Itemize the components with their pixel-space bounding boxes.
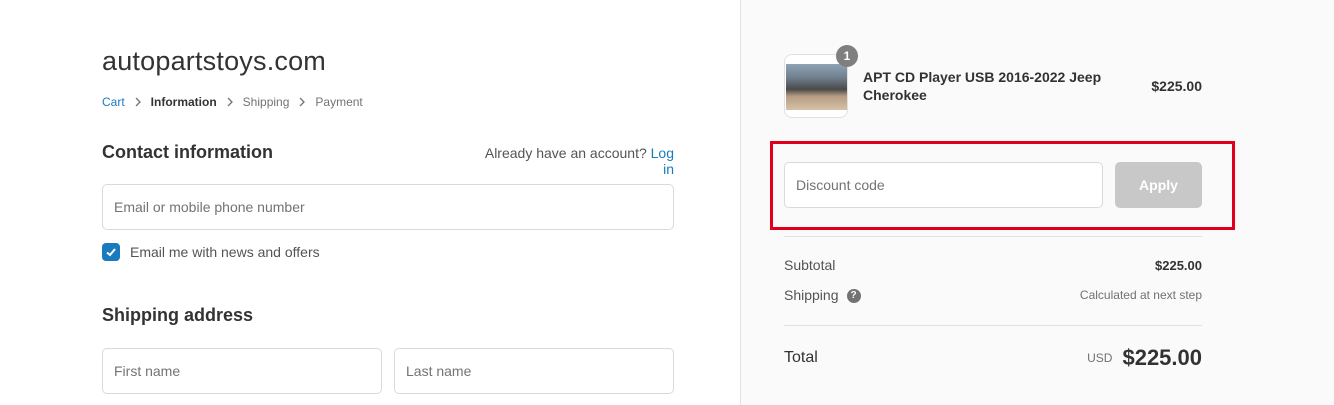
newsletter-option: Email me with news and offers	[102, 243, 320, 261]
account-prompt: Already have an account? Log in	[474, 145, 674, 177]
subtotal-label: Subtotal	[784, 257, 836, 273]
discount-code-field[interactable]	[784, 162, 1103, 208]
checkmark-icon	[106, 248, 116, 257]
last-name-input[interactable]	[395, 349, 673, 393]
currency-code: USD	[1087, 351, 1113, 365]
discount-code-input[interactable]	[785, 163, 1102, 207]
breadcrumb: Cart Information Shipping Payment	[102, 95, 363, 109]
shipping-row: Shipping? Calculated at next step	[784, 287, 1202, 304]
subtotal-row: Subtotal $225.00	[784, 257, 1202, 273]
breadcrumb-shipping: Shipping	[242, 95, 290, 109]
chevron-right-icon	[299, 97, 306, 107]
product-name: APT CD Player USB 2016-2022 Jeep Cheroke…	[863, 69, 1102, 103]
total-amount-group: USD $225.00	[1087, 345, 1202, 371]
email-input[interactable]	[103, 185, 673, 229]
chevron-right-icon	[227, 97, 233, 107]
shop-name[interactable]: autopartstoys.com	[102, 46, 326, 77]
newsletter-checkbox[interactable]	[102, 243, 120, 261]
product-line-item: 1 APT CD Player USB 2016-2022 Jeep Chero…	[784, 45, 1202, 118]
shipping-value: Calculated at next step	[1079, 288, 1202, 303]
divider	[784, 236, 1202, 237]
total-amount: $225.00	[1122, 345, 1202, 370]
shipping-label: Shipping	[784, 287, 839, 303]
shipping-address-title: Shipping address	[102, 305, 254, 325]
product-price: $225.00	[1151, 78, 1202, 94]
first-name-input[interactable]	[103, 349, 381, 393]
contact-information-title: Contact information	[102, 142, 273, 162]
shipping-label-group: Shipping?	[784, 287, 861, 304]
apply-discount-button[interactable]: Apply	[1115, 162, 1202, 208]
subtotal-value: $225.00	[1155, 257, 1202, 273]
chevron-right-icon	[135, 97, 141, 107]
newsletter-label[interactable]: Email me with news and offers	[130, 244, 320, 260]
product-image	[786, 64, 847, 110]
divider	[784, 325, 1202, 326]
breadcrumb-cart[interactable]: Cart	[102, 95, 125, 109]
login-link[interactable]: Log in	[651, 145, 674, 177]
total-row: Total USD $225.00	[784, 345, 1202, 371]
email-field[interactable]	[102, 184, 674, 230]
total-label: Total	[784, 349, 818, 366]
account-prompt-text: Already have an account?	[484, 145, 647, 161]
last-name-field[interactable]	[394, 348, 674, 394]
main-content: autopartstoys.com Cart Information Shipp…	[0, 0, 740, 405]
breadcrumb-information: Information	[150, 95, 217, 109]
first-name-field[interactable]	[102, 348, 382, 394]
quantity-badge: 1	[836, 45, 858, 67]
help-icon[interactable]: ?	[846, 289, 861, 304]
breadcrumb-payment: Payment	[315, 95, 363, 109]
